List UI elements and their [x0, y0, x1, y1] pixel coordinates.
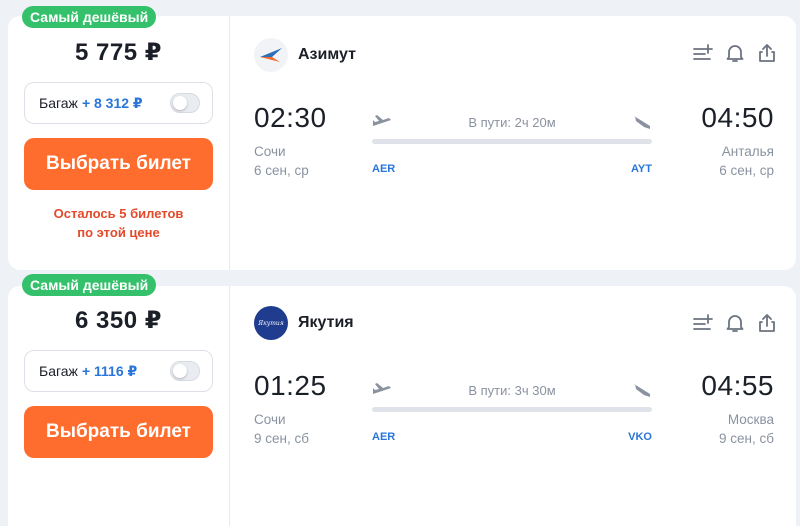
flight-details: Якутия Якутия 01:25 Сочи 9 сен, сб В пут… — [230, 286, 796, 526]
departure-airport-code: AER — [372, 163, 396, 175]
arrival-airport-code: VKO — [628, 431, 652, 443]
share-icon[interactable] — [756, 42, 778, 64]
share-icon[interactable] — [756, 312, 778, 334]
flight-duration: В пути: 3ч 30м — [468, 383, 556, 398]
arrival-time: 04:50 — [701, 102, 774, 133]
departure-time: 02:30 — [254, 102, 327, 133]
airline-info: Азимут — [254, 38, 356, 72]
add-to-list-icon[interactable] — [692, 42, 714, 64]
landing-icon — [634, 384, 650, 397]
route-track — [372, 407, 652, 412]
arrival-date: 9 сен, сб — [719, 431, 774, 446]
offer-actions — [692, 312, 778, 334]
ticket-price: 6 350 ₽ — [75, 307, 162, 334]
departure-city: Сочи — [254, 412, 286, 427]
departure-time: 01:25 — [254, 370, 327, 401]
route-track — [372, 139, 652, 144]
airline-name: Якутия — [298, 314, 354, 331]
arrival-time: 04:55 — [701, 370, 774, 401]
baggage-label: Багаж — [39, 95, 78, 111]
offer-card: Самый дешёвый 6 350 ₽ Багаж + 1116 ₽ Выб… — [8, 274, 796, 526]
baggage-price: + 8 312 ₽ — [81, 94, 143, 111]
select-ticket-button[interactable]: Выбрать билет — [24, 406, 213, 458]
baggage-toggle[interactable] — [170, 361, 200, 381]
airline-logo-text: Якутия — [258, 319, 284, 327]
flight-duration: В пути: 2ч 20м — [468, 115, 556, 130]
remaining-line-1: Осталось 5 билетов — [53, 206, 184, 221]
arrival-airport-code: AYT — [631, 163, 652, 175]
baggage-toggle[interactable] — [170, 93, 200, 113]
arrival-city: Москва — [727, 412, 774, 427]
ticket-price: 5 775 ₽ — [75, 39, 162, 66]
arrival-date: 6 сен, ср — [719, 163, 774, 178]
airline-info: Якутия Якутия — [254, 306, 354, 340]
airline-logo: Якутия — [254, 306, 288, 340]
departure-date: 6 сен, ср — [254, 163, 309, 178]
departure-date: 9 сен, сб — [254, 431, 309, 446]
offer-actions — [692, 42, 778, 64]
add-to-list-icon[interactable] — [692, 312, 714, 334]
bell-icon[interactable] — [724, 312, 746, 334]
select-ticket-button[interactable]: Выбрать билет — [24, 138, 213, 190]
price-panel: 6 350 ₽ Багаж + 1116 ₽ Выбрать билет — [8, 286, 230, 526]
baggage-option[interactable]: Багаж + 1116 ₽ — [24, 350, 213, 392]
bell-icon[interactable] — [724, 42, 746, 64]
landing-icon — [634, 116, 650, 129]
tickets-remaining-notice: Осталось 5 билетов по этой цене — [8, 204, 229, 242]
flight-details: Азимут 02:30 Сочи 6 сен, ср В пути: 2ч 2… — [230, 16, 796, 270]
remaining-line-2: по этой цене — [77, 225, 160, 240]
price-panel: 5 775 ₽ Багаж + 8 312 ₽ Выбрать билет Ос… — [8, 16, 230, 270]
baggage-option[interactable]: Багаж + 8 312 ₽ — [24, 82, 213, 124]
arrival-city: Анталья — [721, 144, 774, 159]
airline-name: Азимут — [298, 46, 356, 63]
departure-airport-code: AER — [372, 431, 396, 443]
offer-card: Самый дешёвый 5 775 ₽ Багаж + 8 312 ₽ Вы… — [8, 6, 796, 270]
baggage-label: Багаж — [39, 363, 78, 379]
departure-city: Сочи — [254, 144, 286, 159]
airline-logo — [254, 38, 288, 72]
baggage-price: + 1116 ₽ — [81, 362, 138, 379]
